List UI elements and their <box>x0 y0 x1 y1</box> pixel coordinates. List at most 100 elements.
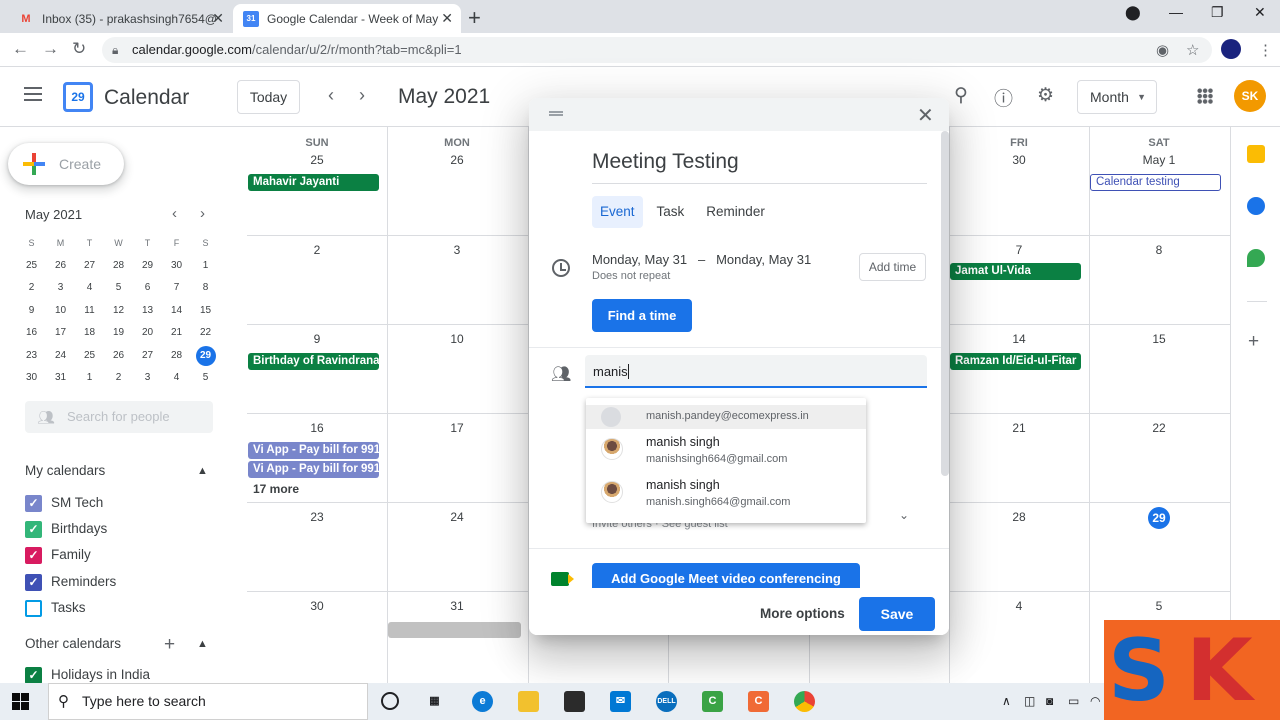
checkbox-icon[interactable]: ✓ <box>25 667 42 684</box>
mini-day[interactable]: 4 <box>162 367 191 390</box>
back-icon[interactable]: ← <box>12 39 29 59</box>
mini-day[interactable]: 2 <box>104 367 133 390</box>
maps-icon[interactable] <box>1247 249 1265 267</box>
get-addons-icon[interactable]: + <box>1248 331 1259 353</box>
tab-task[interactable]: Task <box>649 196 693 228</box>
network-icon[interactable]: ◠ <box>1090 694 1100 708</box>
mini-next-icon[interactable]: › <box>200 205 205 222</box>
mini-day[interactable]: 26 <box>46 255 75 278</box>
battery-icon[interactable]: ▭ <box>1068 694 1079 708</box>
tray-webcam-icon[interactable]: ◙ <box>1046 694 1053 708</box>
checkbox-icon[interactable] <box>25 599 42 617</box>
day-number[interactable]: 22 <box>1089 421 1229 435</box>
mini-day[interactable]: 1 <box>191 255 220 278</box>
calendar-list-item[interactable]: ✓ SM Tech <box>25 494 103 514</box>
event-chip[interactable]: Birthday of Ravindranath <box>248 353 380 370</box>
mini-day[interactable]: 1 <box>75 367 104 390</box>
day-number[interactable]: 17 <box>387 421 527 435</box>
add-calendar-icon[interactable]: + <box>164 634 175 656</box>
mini-day[interactable]: 21 <box>162 322 191 345</box>
close-tab-icon[interactable]: ✕ <box>441 10 453 27</box>
bookmark-star-icon[interactable]: ☆ <box>1186 41 1199 59</box>
mini-day[interactable]: 25 <box>17 255 46 278</box>
settings-gear-icon[interactable]: ⚙ <box>1037 84 1054 107</box>
mini-day[interactable]: 7 <box>162 277 191 300</box>
taskbar-search-input[interactable]: ⚲ Type here to search <box>48 683 368 720</box>
minimize-icon[interactable]: — <box>1169 4 1183 20</box>
calendar-list-item[interactable]: ✓ Family <box>25 546 91 566</box>
dialog-drag-bar[interactable]: ✕ <box>529 98 949 131</box>
mail-icon[interactable]: ✉ <box>610 691 631 712</box>
tab-reminder[interactable]: Reminder <box>698 196 773 228</box>
mini-day[interactable]: 30 <box>17 367 46 390</box>
mini-day[interactable]: 5 <box>104 277 133 300</box>
search-icon[interactable]: ⚲ <box>954 84 968 107</box>
day-number[interactable]: 25 <box>247 153 387 167</box>
day-number[interactable]: 23 <box>247 510 387 524</box>
mini-day[interactable]: 24 <box>46 345 75 368</box>
more-options-button[interactable]: More options <box>760 606 845 621</box>
mini-day[interactable]: 23 <box>17 345 46 368</box>
add-guests-input[interactable]: manis <box>585 355 927 388</box>
mini-day[interactable]: 28 <box>104 255 133 278</box>
mini-day[interactable]: 20 <box>133 322 162 345</box>
forward-icon[interactable]: → <box>42 39 59 59</box>
event-chip[interactable]: Vi App - Pay bill for 9919 <box>248 461 380 478</box>
day-number[interactable]: 21 <box>949 421 1089 435</box>
horizontal-scrollbar[interactable] <box>388 622 521 638</box>
day-number[interactable]: 8 <box>1089 243 1229 257</box>
mini-day[interactable]: 3 <box>46 277 75 300</box>
repeat-setting[interactable]: Does not repeat <box>592 270 670 282</box>
event-chip[interactable]: Jamat Ul-Vida <box>950 263 1082 280</box>
mini-day[interactable]: 27 <box>75 255 104 278</box>
mini-prev-icon[interactable]: ‹ <box>172 205 177 222</box>
mini-day[interactable]: 31 <box>46 367 75 390</box>
camtasia-orange-icon[interactable]: C <box>748 691 769 712</box>
google-apps-icon[interactable] <box>1197 88 1213 104</box>
day-number[interactable]: 31 <box>387 599 527 613</box>
dialog-scrollbar[interactable] <box>941 131 949 476</box>
tab-event[interactable]: Event <box>592 196 643 228</box>
day-number[interactable]: 10 <box>387 332 527 346</box>
collapse-caret-icon[interactable]: ▲ <box>197 638 208 650</box>
event-date-range[interactable]: Monday, May 31 – Monday, May 31 <box>592 252 811 267</box>
mini-day[interactable]: 19 <box>104 322 133 345</box>
url-field[interactable]: 🔒︎ calendar.google.com/calendar/u/2/r/mo… <box>102 37 1212 63</box>
calendar-list-item[interactable]: ✓ Reminders <box>25 573 116 593</box>
chevron-down-icon[interactable]: ⌄ <box>899 508 909 522</box>
mini-day[interactable]: 12 <box>104 300 133 323</box>
browser-profile-avatar[interactable] <box>1221 39 1241 59</box>
restore-icon[interactable]: ❐ <box>1211 4 1224 21</box>
create-button[interactable]: Create <box>8 143 124 185</box>
account-avatar[interactable]: SK <box>1234 80 1266 112</box>
mini-day[interactable]: 29 <box>191 345 220 368</box>
day-number[interactable]: 28 <box>949 510 1089 524</box>
day-number[interactable]: 2 <box>247 243 387 257</box>
next-period-icon[interactable]: › <box>359 85 365 106</box>
file-explorer-icon[interactable] <box>518 691 539 712</box>
reload-icon[interactable]: ↻ <box>72 39 86 59</box>
previous-period-icon[interactable]: ‹ <box>328 85 334 106</box>
help-icon[interactable]: ⓘ <box>994 84 1013 111</box>
other-calendars-title[interactable]: Other calendars <box>25 636 121 651</box>
extension-icon[interactable]: ◉ <box>1156 41 1169 59</box>
checkbox-icon[interactable]: ✓ <box>25 495 42 512</box>
day-number[interactable]: 16 <box>247 421 387 435</box>
main-menu-icon[interactable] <box>24 87 42 101</box>
mini-day[interactable]: 14 <box>162 300 191 323</box>
tab-calendar[interactable]: 31 Google Calendar - Week of May ✕ <box>233 4 461 33</box>
drag-handle-icon[interactable] <box>549 111 563 116</box>
more-events-link[interactable]: 17 more <box>253 482 299 496</box>
checkbox-icon[interactable]: ✓ <box>25 521 42 539</box>
close-tab-icon[interactable]: ✕ <box>212 10 224 27</box>
new-tab-icon[interactable]: + <box>468 5 481 31</box>
profile-menu-icon[interactable]: ⬤ <box>1125 4 1141 21</box>
calendar-list-item[interactable]: ✓ Birthdays <box>25 520 107 540</box>
view-switcher[interactable]: Month ▼ <box>1077 80 1157 114</box>
day-number[interactable]: 14 <box>949 332 1089 346</box>
day-number[interactable]: 30 <box>247 599 387 613</box>
tray-expand-icon[interactable]: ∧ <box>1002 694 1011 708</box>
calendar-list-item[interactable]: Tasks <box>25 599 86 619</box>
chrome-icon[interactable] <box>794 691 815 712</box>
day-number[interactable]: 26 <box>387 153 527 167</box>
